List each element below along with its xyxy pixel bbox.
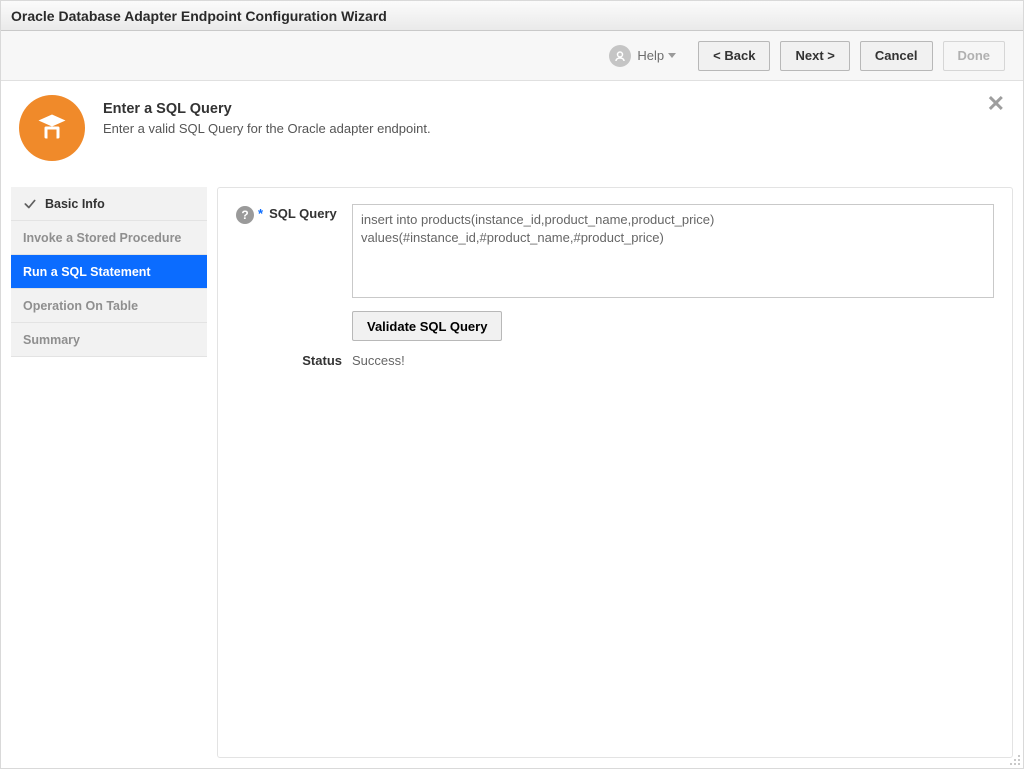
sql-query-input[interactable] (352, 204, 994, 298)
chevron-down-icon (668, 53, 676, 58)
sidebar-item-invoke-sp[interactable]: Invoke a Stored Procedure (11, 221, 207, 255)
cancel-button[interactable]: Cancel (860, 41, 933, 71)
required-indicator: * (258, 206, 263, 221)
wizard-body: Enter a SQL Query Enter a valid SQL Quer… (1, 81, 1023, 768)
sql-query-row: ? * SQL Query Validate SQL Query (236, 204, 994, 341)
panel-subtitle: Enter a valid SQL Query for the Oracle a… (103, 121, 431, 136)
close-icon[interactable]: ✕ (987, 93, 1005, 115)
sidebar-item-summary[interactable]: Summary (11, 323, 207, 357)
status-row: Status Success! (236, 353, 994, 368)
resize-grip-icon[interactable] (1008, 753, 1022, 767)
sql-query-label: SQL Query (269, 206, 337, 221)
help-menu[interactable]: Help (609, 45, 676, 67)
window-titlebar: Oracle Database Adapter Endpoint Configu… (1, 1, 1023, 31)
window-title: Oracle Database Adapter Endpoint Configu… (11, 8, 387, 24)
next-button[interactable]: Next > (780, 41, 849, 71)
done-button: Done (943, 41, 1006, 71)
toolbar: Help < Back Next > Cancel Done (1, 31, 1023, 81)
panel-title: Enter a SQL Query (103, 101, 431, 117)
sidebar-item-label: Basic Info (45, 197, 105, 211)
status-value: Success! (352, 353, 405, 368)
sidebar-item-label: Summary (23, 333, 80, 347)
wizard-window: Oracle Database Adapter Endpoint Configu… (0, 0, 1024, 769)
content-split: Basic Info Invoke a Stored Procedure Run… (1, 187, 1023, 768)
help-icon (609, 45, 631, 67)
sidebar-item-label: Run a SQL Statement (23, 265, 151, 279)
sidebar-item-label: Invoke a Stored Procedure (23, 231, 181, 245)
status-label: Status (236, 353, 352, 368)
sidebar-item-label: Operation On Table (23, 299, 138, 313)
help-hint-icon[interactable]: ? (236, 206, 254, 224)
step-sidebar: Basic Info Invoke a Stored Procedure Run… (11, 187, 207, 758)
validate-sql-button[interactable]: Validate SQL Query (352, 311, 502, 341)
main-panel: ? * SQL Query Validate SQL Query Status … (217, 187, 1013, 758)
sidebar-item-run-sql[interactable]: Run a SQL Statement (11, 255, 207, 289)
sidebar-item-basic-info[interactable]: Basic Info (11, 187, 207, 221)
wizard-step-icon (19, 95, 85, 161)
check-icon (23, 197, 37, 211)
back-button[interactable]: < Back (698, 41, 770, 71)
sidebar-item-operation-table[interactable]: Operation On Table (11, 289, 207, 323)
panel-header: Enter a SQL Query Enter a valid SQL Quer… (1, 81, 1023, 187)
help-label: Help (637, 48, 676, 63)
